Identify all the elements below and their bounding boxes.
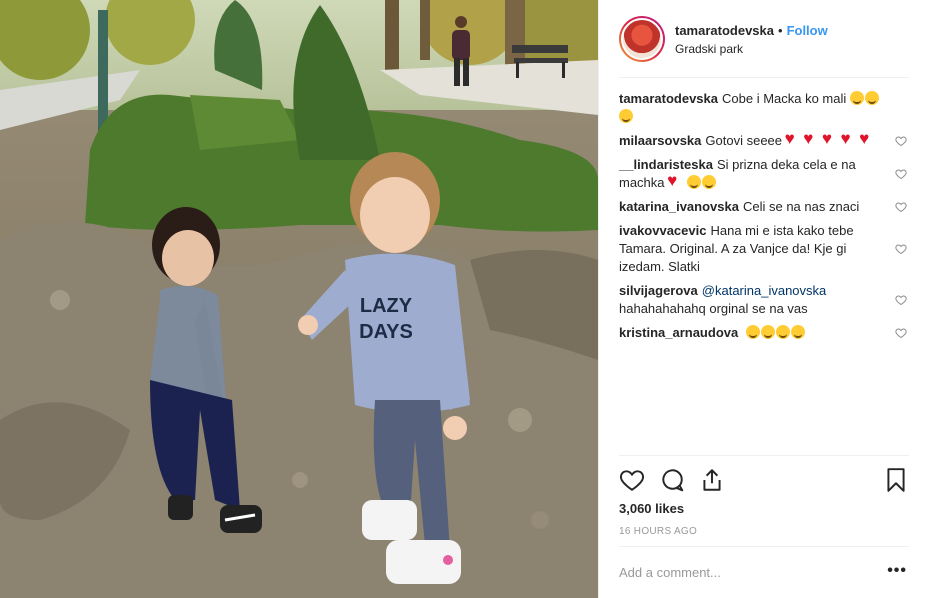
comment-username[interactable]: milaarsovska [619, 133, 701, 148]
avatar-image [621, 18, 663, 60]
laughing-face-emoji-icon [686, 175, 701, 189]
post-header: tamaratodevska • Follow Gradski park [599, 0, 925, 78]
grinning-face-emoji-icon [864, 91, 879, 105]
red-heart-emoji-icon [803, 129, 818, 149]
post-photo[interactable]: LAZY DAYS [0, 0, 598, 598]
shirt-text-line2: DAYS [359, 321, 413, 343]
share-icon [703, 469, 721, 491]
shirt-text-line1: LAZY [360, 295, 413, 317]
red-heart-emoji-icon [822, 129, 837, 149]
red-heart-emoji-icon [785, 129, 800, 149]
author-username[interactable]: tamaratodevska [675, 23, 774, 38]
heart-icon [619, 470, 645, 491]
post-timestamp[interactable]: 16 HOURS AGO [619, 526, 697, 537]
post-actions [619, 465, 909, 495]
post-sidebar: tamaratodevska • Follow Gradski park tam… [598, 0, 925, 598]
comment-button[interactable] [659, 467, 685, 493]
follow-button[interactable]: Follow [787, 23, 828, 38]
comment-icon [662, 469, 684, 492]
bookmark-icon [887, 468, 905, 492]
comment-item: __lindaristeska Si prizna deka cela e na … [619, 156, 909, 192]
comment-username[interactable]: tamaratodevska [619, 91, 718, 106]
comment-username[interactable]: silvijagerova [619, 283, 698, 298]
instagram-post: LAZY DAYS tamaratodevska • Follow Gradsk… [0, 0, 925, 598]
share-button[interactable] [699, 467, 725, 493]
save-button[interactable] [883, 467, 909, 493]
red-heart-emoji-icon [841, 129, 856, 149]
star-struck-emoji-icon [619, 109, 633, 123]
like-comment-heart-icon[interactable] [895, 135, 907, 147]
smiling-face-emoji-icon [701, 175, 716, 189]
location-link[interactable]: Gradski park [675, 42, 828, 56]
face-eyes-rolling-emoji-icon [849, 91, 864, 105]
comment-text: hahahahahahq orginal se na vas [619, 301, 808, 316]
like-comment-heart-icon[interactable] [895, 327, 907, 339]
comment-username[interactable]: kristina_arnaudova [619, 325, 738, 340]
separator-dot: • [778, 22, 783, 38]
comment-username[interactable]: ivakovvacevic [619, 223, 706, 238]
actions-divider [619, 455, 909, 456]
like-comment-heart-icon[interactable] [895, 168, 907, 180]
comment-item: kristina_arnaudova [619, 324, 909, 342]
red-heart-emoji-icon [667, 171, 682, 191]
tears-of-joy-emoji-icon [745, 325, 760, 339]
header-divider [619, 77, 909, 78]
likes-count[interactable]: 3,060 likes [619, 501, 684, 516]
comment-item: milaarsovska Gotovi seeee [619, 129, 909, 150]
park-scene-image: LAZY DAYS [0, 0, 598, 598]
like-comment-heart-icon[interactable] [895, 294, 907, 306]
tears-of-joy-emoji-icon [760, 325, 775, 339]
comment-item: ivakovvacevic Hana mi e ista kako tebe Ta… [619, 222, 909, 276]
tears-of-joy-emoji-icon [790, 325, 805, 339]
like-comment-heart-icon[interactable] [895, 243, 907, 255]
comments-list: tamaratodevska Cobe i Macka ko mali milaa… [619, 90, 909, 348]
red-heart-emoji-icon [859, 129, 874, 149]
comment-username[interactable]: __lindaristeska [619, 157, 713, 172]
add-comment-divider [619, 546, 909, 547]
tears-of-joy-emoji-icon [775, 325, 790, 339]
more-options-button[interactable]: ••• [887, 562, 907, 580]
comment-item: katarina_ivanovska Celi se na nas znaci [619, 198, 909, 216]
comment-username[interactable]: katarina_ivanovska [619, 199, 739, 214]
comment-mention[interactable]: @katarina_ivanovska [702, 283, 826, 298]
like-comment-heart-icon[interactable] [895, 201, 907, 213]
comment-item: silvijagerova @katarina_ivanovska hahahah… [619, 282, 909, 318]
like-button[interactable] [619, 467, 645, 493]
comment-item: tamaratodevska Cobe i Macka ko mali [619, 90, 909, 126]
comment-text: Cobe i Macka ko mali [722, 91, 847, 106]
avatar[interactable] [619, 16, 665, 62]
add-comment-input[interactable] [619, 562, 859, 582]
comment-text: Celi se na nas znaci [742, 199, 860, 214]
comment-text: Gotovi seeee [705, 133, 783, 148]
